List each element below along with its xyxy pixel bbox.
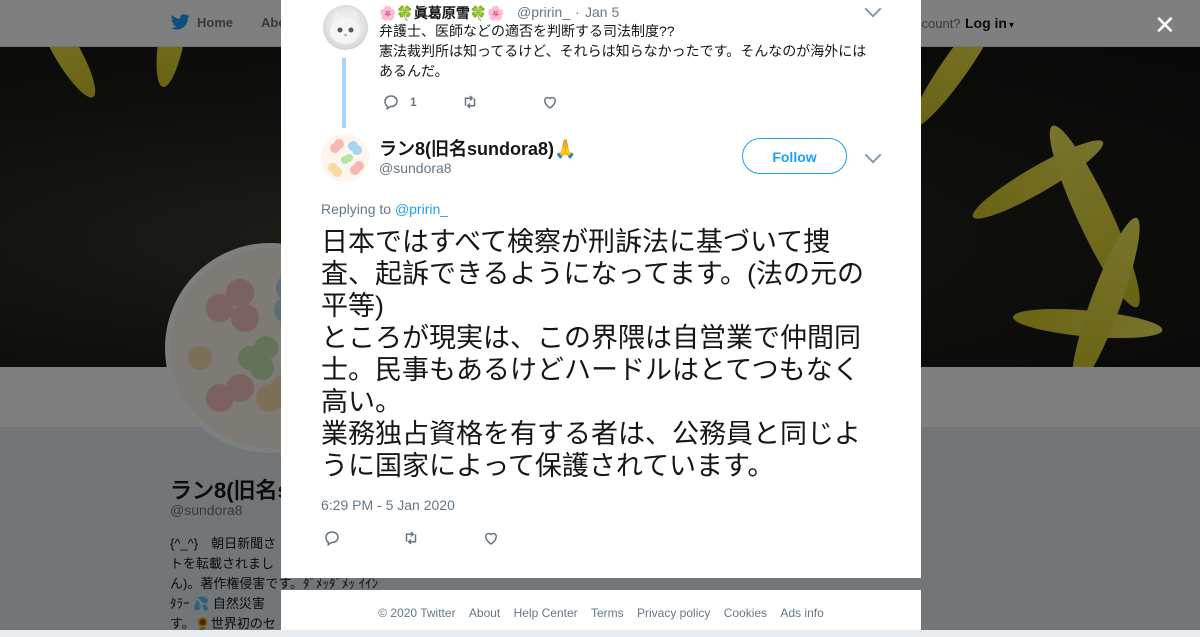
parent-tweet-avatar[interactable]	[323, 5, 368, 50]
footer-ads-info-link[interactable]: Ads info	[780, 606, 823, 620]
footer-about-link[interactable]: About	[469, 606, 500, 620]
follow-button[interactable]: Follow	[742, 138, 847, 174]
tweet-author-name[interactable]: ラン8(旧名sundora8)🙏	[379, 135, 576, 161]
retweet-button[interactable]	[461, 93, 479, 111]
tweet-author-handle[interactable]: @sundora8	[379, 160, 452, 176]
footer-cookies-link[interactable]: Cookies	[724, 606, 767, 620]
tweet-text: 日本ではすべて検察が刑訴法に基づいて捜査、起訴できるようになってます。(法の元の…	[321, 227, 865, 481]
parent-tweet-author-handle[interactable]: @pririn_	[517, 4, 570, 20]
like-icon	[543, 96, 557, 109]
footer: © 2020 Twitter About Help Center Terms P…	[281, 590, 921, 630]
separator-dot: ·	[575, 4, 580, 20]
footer-privacy-link[interactable]: Privacy policy	[637, 606, 710, 620]
replying-to: Replying to @pririn_	[321, 201, 448, 217]
replying-to-label: Replying to	[321, 201, 392, 217]
replying-to-handle-link[interactable]: @pririn_	[395, 201, 448, 217]
tweet-author-avatar[interactable]	[321, 134, 369, 182]
close-icon[interactable]: ✕	[1154, 12, 1176, 38]
reply-icon	[384, 95, 398, 111]
footer-copyright: © 2020 Twitter	[378, 606, 456, 620]
parent-tweet-author-name[interactable]: 🌸🍀眞葛原雪🍀🌸	[379, 3, 505, 23]
reply-button[interactable]: 1	[382, 93, 417, 111]
parent-tweet-text: 弁護士、医師などの適否を判断する司法制度?? 憲法裁判所は知ってるけど、それらは…	[379, 23, 867, 79]
thread-line	[342, 58, 346, 128]
footer-terms-link[interactable]: Terms	[591, 606, 624, 620]
tweet-timestamp[interactable]: 6:29 PM - 5 Jan 2020	[321, 497, 455, 513]
retweet-icon	[405, 531, 417, 545]
parent-tweet-date[interactable]: Jan 5	[585, 4, 619, 20]
like-button[interactable]	[482, 529, 500, 547]
retweet-button[interactable]	[402, 529, 420, 547]
like-icon	[484, 532, 498, 545]
reply-icon	[325, 531, 339, 547]
reply-count: 1	[410, 95, 417, 109]
retweet-icon	[464, 95, 476, 109]
reply-button[interactable]	[323, 529, 341, 547]
footer-help-center-link[interactable]: Help Center	[514, 606, 578, 620]
like-button[interactable]	[541, 93, 559, 111]
